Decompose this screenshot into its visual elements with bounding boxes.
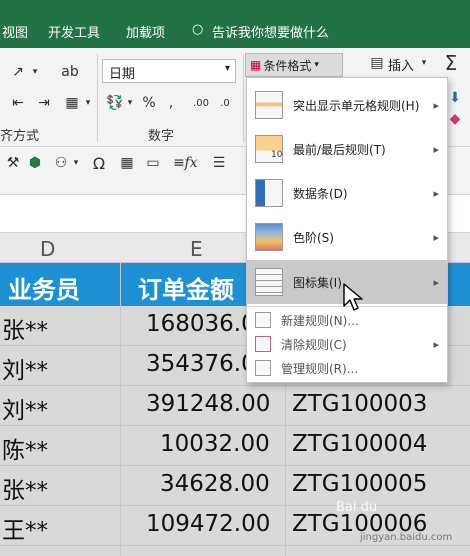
symbol-button[interactable]: Ω [88, 152, 110, 174]
menu-item-label: 新建规则(N)... [281, 313, 359, 328]
cell-amount[interactable]: 109472.00 [146, 511, 270, 537]
data-bars-icon [255, 179, 283, 207]
top-bottom-badge: 10 [271, 150, 283, 160]
chevron-right-icon: ▸ [433, 230, 439, 244]
cell-name[interactable]: 刘** [2, 391, 48, 425]
menu-item-label: 图标集(I) [293, 275, 342, 290]
percent-button[interactable]: % [140, 92, 158, 114]
comma-style-button[interactable]: , [162, 92, 180, 114]
table-row: 陈** 10032.00 ZTG100004 [0, 426, 470, 466]
menu-item-data-bars[interactable]: 数据条(D) ▸ [247, 172, 447, 214]
insert-function-button[interactable]: fx [180, 152, 202, 174]
group-divider [243, 54, 244, 142]
menu-item-label: 突出显示单元格规则(H) [293, 98, 420, 113]
tab-developer[interactable]: 开发工具 [48, 22, 100, 41]
cell-name[interactable]: 张** [2, 311, 48, 345]
increase-decimal-icon[interactable]: .00 [190, 92, 212, 114]
tab-addins[interactable]: 加载项 [126, 22, 165, 41]
menu-item-label: 最前/最后规则(T) [293, 142, 386, 157]
alignment-group-label: 齐方式 [0, 129, 40, 144]
chevron-right-icon: ▸ [433, 142, 439, 156]
tab-view[interactable]: 视图 [2, 22, 28, 41]
tell-me-search[interactable]: 告诉我你想要做什么 [212, 22, 329, 41]
cell-order-id[interactable]: ZTG100005 [292, 471, 427, 497]
format-painter-icon[interactable]: ⚒ [2, 152, 24, 174]
currency-icon[interactable]: 💱 [104, 92, 126, 114]
merge-center-icon[interactable]: ▦ [60, 92, 84, 114]
conditional-format-menu: 突出显示单元格规则(H) ▸ 10 最前/最后规则(T) ▸ 数据条(D) ▸ … [246, 77, 448, 383]
header-order-amount[interactable]: 订单金额 [138, 270, 234, 305]
chevron-down-icon: ▾ [224, 63, 230, 74]
list-icon[interactable]: ☰ [208, 152, 230, 174]
watermark-url: jingyan.baidu.com [360, 532, 453, 543]
text-box-icon[interactable]: ▭ [142, 152, 164, 174]
conditional-format-label: 条件格式 [263, 58, 312, 73]
tell-me-icon[interactable]: ○ [192, 22, 203, 37]
orientation-dropdown-icon[interactable]: ▾ [28, 62, 42, 82]
insert-label[interactable]: 插入 [388, 55, 414, 74]
chevron-right-icon: ▸ [433, 98, 439, 112]
cell-amount[interactable]: 34628.00 [160, 471, 270, 497]
decrease-decimal-icon[interactable]: .0 [214, 92, 236, 114]
table-row: 刘** 391248.00 ZTG100003 [0, 386, 470, 426]
autosum-button[interactable]: Σ [440, 51, 462, 75]
conditional-format-button[interactable]: ▦ 条件格式 ▾ [245, 53, 343, 77]
number-group-label: 数字 [148, 129, 175, 144]
ribbon-tab-bar: 视图 开发工具 加载项 ○ 告诉我你想要做什么 [0, 0, 470, 48]
cell-amount[interactable]: 354376.0 [146, 351, 256, 377]
mouse-cursor-icon [343, 283, 363, 311]
merge-dropdown-icon[interactable]: ▾ [82, 92, 94, 114]
header-salesperson[interactable]: 业务员 [8, 270, 80, 305]
grid-icon[interactable]: ▦ [116, 152, 138, 174]
wrap-text-icon[interactable]: ab [58, 60, 82, 84]
watermark-logo: Bai du [336, 500, 378, 515]
currency-dropdown-icon[interactable]: ▾ [124, 92, 136, 114]
menu-item-clear-rules[interactable]: 清除规则(C) ▸ [247, 332, 447, 356]
menu-item-manage-rules[interactable]: 管理规则(R)... [247, 356, 447, 380]
cell-name[interactable]: 刘** [2, 351, 48, 385]
menu-item-top-bottom[interactable]: 10 最前/最后规则(T) ▸ [247, 128, 447, 170]
cell-amount[interactable]: 391248.00 [146, 391, 270, 417]
number-format-select[interactable]: 日期 ▾ [102, 59, 236, 83]
menu-item-label: 数据条(D) [293, 186, 348, 201]
table-row: 张** 34628.00 ZTG100005 [0, 466, 470, 506]
cell-order-id[interactable]: ZTG100003 [292, 391, 427, 417]
cell-amount[interactable]: 168036.0 [146, 311, 256, 337]
new-rule-icon [255, 312, 271, 328]
fill-icon[interactable]: ⬇ [446, 88, 464, 108]
menu-item-label: 管理规则(R)... [281, 361, 359, 376]
color-scales-icon [255, 223, 283, 251]
chevron-right-icon: ▸ [433, 337, 439, 351]
chevron-right-icon: ▸ [433, 275, 439, 289]
increase-indent-icon[interactable]: ⇥ [30, 92, 58, 114]
column-header-e[interactable]: E [190, 237, 203, 261]
cell-name[interactable]: 张** [2, 471, 48, 505]
cell-name[interactable]: 陈** [2, 431, 48, 465]
clear-icon[interactable]: ◆ [446, 110, 464, 128]
insert-cells-icon[interactable]: ▤ [368, 53, 386, 73]
column-header-d[interactable]: D [40, 237, 55, 261]
clear-rules-icon [255, 336, 271, 352]
conditional-format-icon: ▦ [250, 58, 262, 72]
chevron-down-icon: ▾ [314, 60, 319, 70]
number-format-value: 日期 [109, 67, 136, 82]
menu-item-highlight-cells[interactable]: 突出显示单元格规则(H) ▸ [247, 84, 447, 126]
link-icon[interactable]: ⚇ [50, 152, 72, 174]
menu-item-label: 清除规则(C) [281, 337, 347, 352]
manage-rules-icon [255, 360, 271, 376]
decrease-indent-icon[interactable]: ⇤ [4, 92, 32, 114]
icon-sets-icon [255, 268, 283, 296]
cell-name[interactable]: 王** [2, 511, 48, 545]
chevron-right-icon: ▸ [433, 186, 439, 200]
group-divider [97, 54, 98, 142]
menu-item-label: 色阶(S) [293, 230, 334, 245]
cell-amount[interactable]: 10032.00 [160, 431, 270, 457]
highlight-cells-icon [255, 91, 283, 119]
cell-order-id[interactable]: ZTG100004 [292, 431, 427, 457]
menu-item-color-scales[interactable]: 色阶(S) ▸ [247, 216, 447, 258]
insert-dropdown-icon[interactable]: ▾ [418, 53, 430, 73]
shapes-icon[interactable]: ⬢ [24, 152, 46, 174]
link-dropdown-icon[interactable]: ▾ [70, 152, 82, 174]
